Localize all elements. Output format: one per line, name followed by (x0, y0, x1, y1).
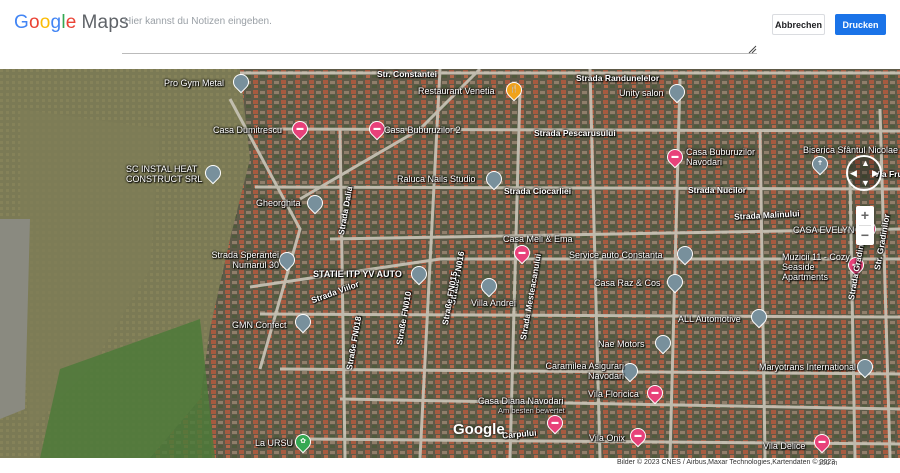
place-label[interactable]: Pro Gym Metal (164, 78, 224, 88)
zoom-control: + − (856, 206, 874, 245)
street-label: Strada Nucilor (688, 185, 747, 195)
place-label[interactable]: Casa Diana Navodari (478, 396, 564, 406)
notes-textarea[interactable] (122, 8, 757, 54)
cancel-button[interactable]: Abbrechen (772, 14, 825, 35)
street-label: Strada Randunelelor (576, 73, 660, 83)
pan-control-icon[interactable]: ▲ ▼ ◀ ▶ (846, 155, 882, 191)
place-label[interactable]: Biserica Sfântul Nicolae (803, 145, 898, 155)
print-header: GoogleMaps Abbrechen Drucken (0, 0, 900, 69)
logo-google-text: Google (14, 12, 77, 33)
scale-bar-label[interactable]: 100 m (818, 460, 837, 467)
resize-grip-icon[interactable] (747, 44, 757, 54)
place-label[interactable]: STATIE ITP YV AUTO (313, 269, 402, 279)
zoom-out-icon[interactable]: − (856, 226, 874, 245)
place-label[interactable]: ALL Automotive (678, 314, 741, 324)
logo-letter: g (50, 12, 62, 33)
print-button[interactable]: Drucken (835, 14, 886, 35)
place-label[interactable]: Casa Raz & Cos (594, 278, 661, 288)
place-label[interactable]: Caramilea Asigurari Navodari (536, 361, 624, 381)
place-label[interactable]: Raluca Nails Studio (397, 174, 476, 184)
google-maps-logo: Google Maps (14, 12, 129, 34)
place-label[interactable]: Maryotrans International (759, 362, 856, 372)
place-label[interactable]: Strada Sperantei Numarul 30 (203, 250, 279, 270)
street-label: Str. Constantei (377, 69, 437, 79)
map-attribution[interactable]: Bilder © 2023 CNES / Airbus,Maxar Techno… (614, 458, 838, 467)
place-label[interactable]: GMN Confect (232, 320, 287, 330)
place-label[interactable]: Villa Andrei (471, 298, 516, 308)
place-label[interactable]: Service auto Constanta (569, 250, 663, 260)
google-watermark: Google (453, 421, 505, 438)
place-label[interactable]: Casa Meli & Ema (503, 234, 573, 244)
street-label: Strada Pescarusului (534, 128, 616, 138)
place-label[interactable]: Unity salon (619, 88, 664, 98)
place-label[interactable]: Vila Onix (589, 433, 625, 443)
top-rated-badge: Am besten bewertet (498, 406, 565, 415)
logo-letter: e (65, 12, 77, 33)
logo-letter: G (14, 12, 29, 33)
logo-letter: o (39, 12, 51, 33)
logo-letter: o (28, 12, 40, 33)
map-canvas[interactable]: Pro Gym Metal 🍴 Restaurant Venetia Unity… (0, 69, 900, 458)
place-label[interactable]: Casa Buburuzilor Navodari (686, 147, 766, 167)
place-label[interactable]: La URSU (255, 438, 293, 448)
zoom-in-icon[interactable]: + (856, 206, 874, 225)
place-label[interactable]: Casa Dumitrescu (213, 125, 282, 135)
street-label: Strada Ciocarliei (504, 186, 572, 196)
place-label[interactable]: Restaurant Venetia (418, 86, 495, 96)
place-label[interactable]: Nae Motors (598, 339, 645, 349)
place-label[interactable]: Vila Floricica (588, 389, 639, 399)
place-label[interactable]: Casa Buburuzilor 2 (384, 125, 461, 135)
place-label[interactable]: Vila Delice (763, 441, 805, 451)
place-label[interactable]: Gheorghita (256, 198, 301, 208)
place-label[interactable]: SC INSTAL HEAT CONSTRUCT SRL (126, 164, 206, 184)
place-label[interactable]: CASA EVELYN (793, 225, 854, 235)
place-label[interactable]: Muzicii 11 - Cozy Seaside Apartments (782, 252, 850, 282)
